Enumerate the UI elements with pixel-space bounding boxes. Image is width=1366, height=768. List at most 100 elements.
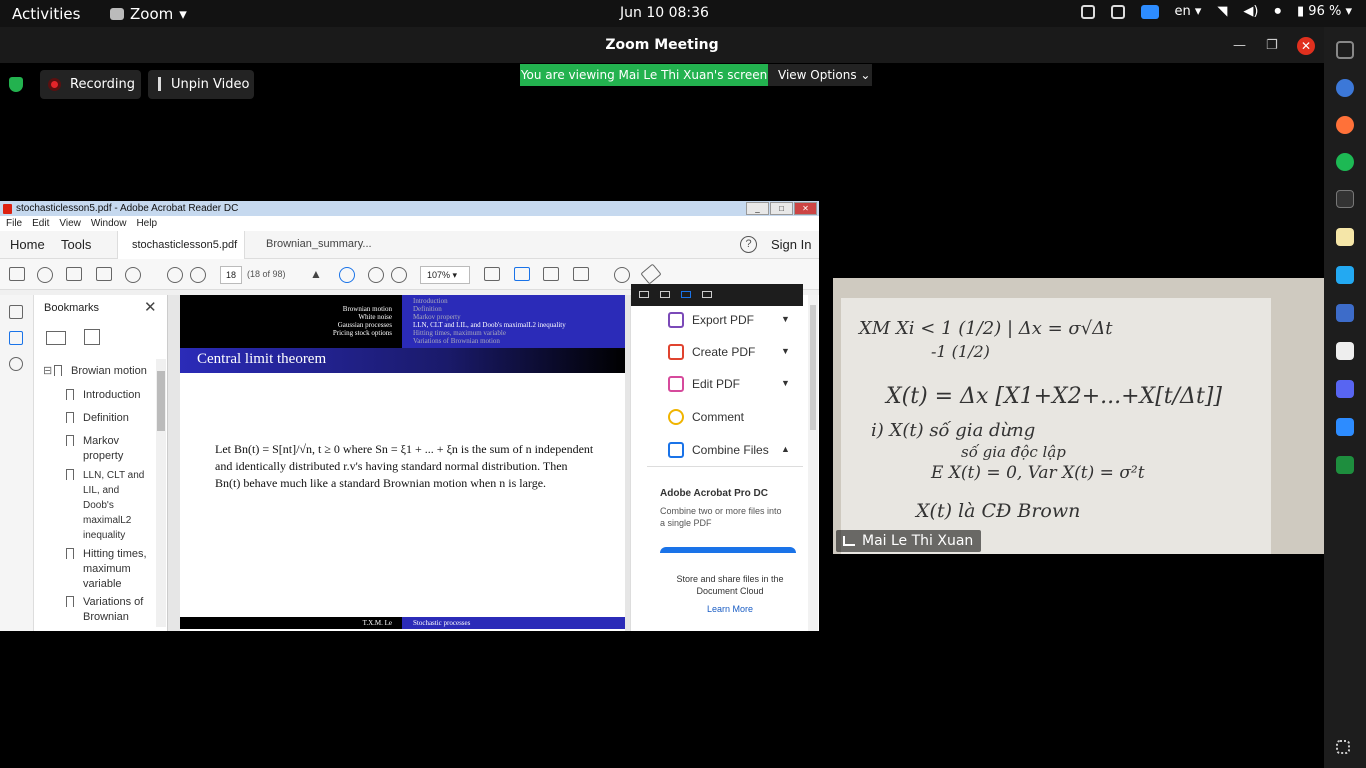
sheets-icon[interactable] <box>1336 456 1354 474</box>
bookmark-introduction[interactable]: Introduction <box>83 388 153 403</box>
encryption-shield-icon[interactable] <box>9 77 23 92</box>
zoom-dock-icon[interactable] <box>1336 418 1354 436</box>
show-apps-icon[interactable] <box>1336 740 1350 754</box>
bookmark-options-icon[interactable] <box>46 331 66 345</box>
nav-variations[interactable]: Variations of Brownian motion <box>413 337 500 345</box>
firefox-icon[interactable] <box>1336 116 1354 134</box>
expand-bookmark-icon[interactable] <box>84 329 100 345</box>
menu-file[interactable]: File <box>6 216 22 231</box>
page-view-icon[interactable] <box>514 267 530 281</box>
nav-lln[interactable]: LLN, CLT and LIL, and Doob's maximalL2 i… <box>413 321 566 329</box>
activities-button[interactable]: Activities <box>12 5 80 23</box>
app-menu-zoom[interactable]: Zoom ▾ <box>110 5 187 23</box>
menu-window[interactable]: Window <box>91 216 127 231</box>
nav-definition[interactable]: Definition <box>413 305 442 313</box>
tab-home[interactable]: Home <box>10 237 45 252</box>
battery-indicator[interactable]: ▮ 96 % ▾ <box>1297 4 1352 19</box>
export-pdf-button[interactable]: Export PDF <box>692 313 754 327</box>
bookmark-panel-icon[interactable] <box>9 331 23 345</box>
tab-stochasticlesson5[interactable]: stochasticlesson5.pdf × <box>117 231 245 279</box>
unpin-video-button[interactable]: Unpin Video <box>148 70 254 99</box>
sign-in-button[interactable]: Sign In <box>771 237 811 252</box>
menu-help[interactable]: Help <box>136 216 157 231</box>
scroll-thumb[interactable] <box>157 371 165 431</box>
close-bookmarks-icon[interactable]: ✕ <box>144 298 157 316</box>
pane-compact-icon[interactable] <box>660 291 670 298</box>
close-window-button[interactable]: ✕ <box>1297 37 1315 55</box>
collapse-icon[interactable]: ⊟ <box>43 364 52 379</box>
nav-brownian-motion[interactable]: Brownian motion <box>343 305 392 313</box>
promo-button[interactable] <box>660 547 796 553</box>
chevron-up-icon[interactable]: ▲ <box>781 444 790 454</box>
chevron-down-icon[interactable]: ▼ <box>781 378 790 388</box>
comment-icon[interactable] <box>614 267 630 283</box>
menu-edit[interactable]: Edit <box>32 216 49 231</box>
scroll-mode-icon[interactable] <box>573 267 589 281</box>
combine-files-button[interactable]: Combine Files <box>692 443 769 457</box>
nav-hitting[interactable]: Hitting times, maximum variable <box>413 329 506 337</box>
discord-icon[interactable] <box>1110 4 1125 19</box>
screenshot-icon[interactable] <box>1080 4 1095 19</box>
upload-icon[interactable] <box>37 267 53 283</box>
fullscreen-icon[interactable] <box>543 267 559 281</box>
previous-page-icon[interactable] <box>167 267 183 283</box>
vscode-icon[interactable] <box>1336 266 1354 284</box>
pane-list-icon[interactable] <box>681 291 691 298</box>
page-thumbnails-icon[interactable] <box>9 305 23 319</box>
terminal-icon[interactable] <box>1336 190 1354 208</box>
nav-pricing[interactable]: Pricing stock options <box>333 329 392 337</box>
save-icon[interactable] <box>9 267 25 281</box>
bookmarks-scrollbar[interactable] <box>156 359 166 627</box>
volume-icon[interactable]: ◀) <box>1243 4 1258 19</box>
tasks-icon[interactable] <box>1336 304 1354 322</box>
chevron-down-icon[interactable]: ▼ <box>781 314 790 324</box>
bookmark-definition[interactable]: Definition <box>83 411 153 426</box>
clock[interactable]: Jun 10 08:36 <box>620 5 709 21</box>
language-indicator[interactable]: en ▾ <box>1175 4 1202 19</box>
scroll-thumb[interactable] <box>810 305 816 430</box>
zoom-tray-icon[interactable] <box>1140 4 1159 19</box>
select-tool-icon[interactable]: ▲ <box>310 267 326 283</box>
page-number-input[interactable]: 18 <box>220 266 242 284</box>
help-icon[interactable]: ? <box>740 236 757 253</box>
tab-brownian-summary[interactable]: Brownian_summary... <box>266 238 372 250</box>
document-view[interactable]: Brownian motion White noise Gaussian pro… <box>168 295 630 631</box>
edit-pdf-button[interactable]: Edit PDF <box>692 377 740 391</box>
comment-button[interactable]: Comment <box>692 410 744 424</box>
chevron-down-icon[interactable]: ▼ <box>781 346 790 356</box>
participant-video[interactable]: XM Xi < 1 (1/2) | Δx = σ√Δt -1 (1/2) X(t… <box>833 278 1324 554</box>
pen-icon[interactable] <box>640 263 662 285</box>
acrobat-minimize-button[interactable]: _ <box>746 202 769 215</box>
spotify-icon[interactable] <box>1336 153 1354 171</box>
bookmark-hitting-times[interactable]: Hitting times, maximum variable <box>83 547 153 592</box>
acrobat-close-button[interactable]: ✕ <box>794 202 817 215</box>
pane-minimize-icon[interactable] <box>639 291 649 298</box>
bookmark-variations[interactable]: Variations of Brownian <box>83 595 153 627</box>
nav-white-noise[interactable]: White noise <box>358 313 392 321</box>
restore-icon[interactable]: ❐ <box>1266 38 1278 53</box>
search-icon[interactable] <box>125 267 141 283</box>
bookmark-browian-motion[interactable]: Browian motion <box>71 364 147 379</box>
zoom-in-icon[interactable] <box>391 267 407 283</box>
discord-dock-icon[interactable] <box>1336 380 1354 398</box>
recording-indicator[interactable]: Recording <box>40 70 141 99</box>
notes-icon[interactable] <box>1336 228 1354 246</box>
nav-intro[interactable]: Introduction <box>413 297 448 305</box>
nav-gaussian[interactable]: Gaussian processes <box>338 321 392 329</box>
zoom-level-select[interactable]: 107% ▾ <box>420 266 470 284</box>
pane-grid-icon[interactable] <box>702 291 712 298</box>
acrobat-maximize-button[interactable]: □ <box>770 202 793 215</box>
hand-tool-icon[interactable] <box>339 267 355 283</box>
print-icon[interactable] <box>66 267 82 281</box>
learn-more-link[interactable]: Learn More <box>655 604 805 614</box>
tab-tools[interactable]: Tools <box>61 237 91 252</box>
tools-pane-scrollbar[interactable] <box>808 295 818 631</box>
bookmark-lln-clt[interactable]: LLN, CLT and LIL, and Doob's maximalL2 i… <box>83 468 151 543</box>
menu-view[interactable]: View <box>59 216 81 231</box>
calendar-icon[interactable] <box>1336 342 1354 360</box>
create-pdf-button[interactable]: Create PDF <box>692 345 755 359</box>
chrome-icon[interactable] <box>1336 79 1354 97</box>
bookmark-markov-property[interactable]: Markov property <box>83 434 143 464</box>
fit-page-icon[interactable] <box>484 267 500 281</box>
attachments-icon[interactable] <box>9 357 23 371</box>
